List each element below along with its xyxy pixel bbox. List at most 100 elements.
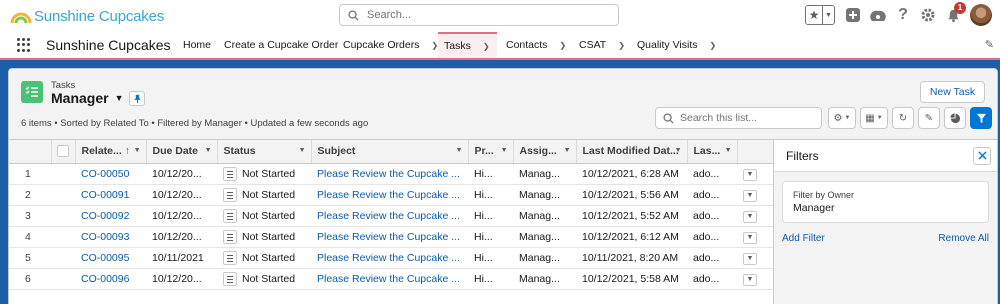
refresh-button[interactable]: ↻ [892,107,914,129]
related-to-link[interactable]: CO-00091 [81,189,129,201]
help-icon[interactable]: ? [892,4,914,26]
filter-button[interactable] [970,107,992,129]
due-date-cell: 10/12/20... [146,184,217,206]
status-cell: Not Started [217,268,311,290]
chevron-down-icon[interactable]: ▼ [725,147,732,154]
related-to-link[interactable]: CO-00092 [81,210,129,222]
display-as-button[interactable]: ▦ ▼ [860,107,888,129]
column-header-related-to[interactable]: Relate... ↑ ▼ [75,140,147,164]
chevron-down-icon[interactable]: ❯ [483,42,490,51]
priority-cell: Hi... [468,226,513,248]
chevron-down-icon[interactable]: ▼ [564,147,571,154]
last-modified-cell: 10/12/2021, 6:12 AM [576,226,687,248]
filters-panel-body: Filter by Owner Manager Add Filter Remov… [774,172,997,304]
chevron-down-icon[interactable]: ▼ [299,147,306,154]
list-settings-button[interactable]: ⚙ ▼ [828,107,856,129]
user-avatar[interactable] [970,4,992,26]
nav-item-home[interactable]: Home [183,32,211,58]
app-launcher-grid-icon[interactable] [17,38,31,52]
last-modified-by-cell: ado... [687,205,737,227]
notifications-bell-icon[interactable]: 1 [942,2,966,26]
nav-item-quality-visits[interactable]: Quality Visits ❯ [637,32,716,58]
charts-button[interactable] [944,107,966,129]
notification-count-badge: 1 [954,2,966,14]
pin-list-view-button[interactable] [129,91,145,106]
column-header-subject[interactable]: Subject ▼ [311,140,469,164]
list-view-meta: 6 items • Sorted by Related To • Filtere… [21,118,369,129]
column-header-priority[interactable]: Pr... ▼ [468,140,514,164]
filter-label: Filter by Owner [793,190,855,200]
app-logo[interactable]: Sunshine Cupcakes [10,4,164,28]
chevron-down-icon[interactable]: ▼ [134,147,141,154]
nav-item-contacts[interactable]: Contacts ❯ [506,32,566,58]
star-icon[interactable]: ★ [806,8,822,22]
select-all-checkbox[interactable] [56,145,69,158]
row-actions-header [737,140,774,164]
row-actions-chevron-icon[interactable]: ▼ [743,168,757,181]
chevron-down-icon[interactable]: ▼ [501,147,508,154]
edit-nav-pencil-icon[interactable]: ✎ [985,38,994,51]
edit-list-button[interactable]: ✎ [918,107,940,129]
nav-item-cupcake-orders[interactable]: Cupcake Orders ❯ [343,32,438,58]
nav-item-create-order[interactable]: Create a Cupcake Order [224,32,338,58]
related-to-link[interactable]: CO-00093 [81,231,129,243]
caret-down-icon[interactable]: ▼ [115,93,124,103]
row-actions-cell: ▼ [737,268,773,290]
related-to-cell: CO-00096 [75,268,146,290]
trailhead-icon[interactable] [867,4,889,26]
subject-link[interactable]: Please Review the Cupcake ... [317,231,460,243]
list-search-input[interactable]: Search this list... [655,107,822,129]
row-actions-chevron-icon[interactable]: ▼ [743,252,757,265]
nav-item-tasks[interactable]: Tasks ❯ [438,32,497,58]
row-actions-chevron-icon[interactable]: ▼ [743,210,757,223]
setup-gear-icon[interactable] [917,4,939,26]
column-header-due-date[interactable]: Due Date ▼ [146,140,218,164]
subject-link[interactable]: Please Review the Cupcake ... [317,210,460,222]
new-task-button[interactable]: New Task [920,81,985,103]
list-view-selector[interactable]: Manager ▼ [51,90,124,106]
column-header-last-modified[interactable]: Last Modified Dat... ▼ [576,140,688,164]
close-filters-button[interactable] [973,146,991,165]
nav-item-csat[interactable]: CSAT ❯ [579,32,625,58]
subject-link[interactable]: Please Review the Cupcake ... [317,189,460,201]
chevron-down-icon[interactable]: ❯ [710,41,717,50]
sort-ascending-icon[interactable]: ↑ [125,145,130,157]
global-actions-icon[interactable] [842,4,864,26]
nav-item-label: Tasks [444,40,471,52]
nav-item-label: Contacts [506,39,548,51]
subject-link[interactable]: Please Review the Cupcake ... [317,273,460,285]
last-modified-cell: 10/12/2021, 6:28 AM [576,163,687,185]
add-filter-link[interactable]: Add Filter [782,233,825,244]
nav-item-label: Cupcake Orders [343,39,420,51]
column-header-last-modified-by[interactable]: Las... ▼ [687,140,738,164]
assigned-cell: Manag... [513,226,576,248]
favorites-menu-chevron-icon[interactable]: ▼ [822,6,834,24]
chevron-down-icon[interactable]: ▼ [205,147,212,154]
row-actions-chevron-icon[interactable]: ▼ [743,231,757,244]
chevron-down-icon[interactable]: ❯ [618,41,625,50]
remove-all-link[interactable]: Remove All [938,233,989,244]
list-search-placeholder: Search this list... [680,112,758,124]
related-to-link[interactable]: CO-00050 [81,168,129,180]
subject-cell: Please Review the Cupcake ... [311,268,468,290]
filter-actions: Add Filter Remove All [782,233,989,244]
row-actions-chevron-icon[interactable]: ▼ [743,189,757,202]
chevron-down-icon[interactable]: ❯ [559,41,566,50]
filter-icon [976,113,986,123]
subject-link[interactable]: Please Review the Cupcake ... [317,252,460,264]
status-cell: Not Started [217,205,311,227]
row-actions-chevron-icon[interactable]: ▼ [743,273,757,286]
subject-link[interactable]: Please Review the Cupcake ... [317,168,460,180]
column-header-status[interactable]: Status ▼ [217,140,312,164]
chevron-down-icon[interactable]: ▼ [675,147,682,154]
favorites-button[interactable]: ★ ▼ [805,5,835,25]
row-select-cell [51,163,75,185]
global-search-input[interactable]: Search... [339,4,619,26]
related-to-link[interactable]: CO-00095 [81,252,129,264]
chevron-down-icon[interactable]: ▼ [456,147,463,154]
list-view-title: Manager [51,90,109,106]
owner-filter-card[interactable]: Filter by Owner Manager [782,181,989,223]
related-to-link[interactable]: CO-00096 [81,273,129,285]
task-status-icon [223,166,237,181]
column-header-assigned[interactable]: Assig... ▼ [513,140,577,164]
